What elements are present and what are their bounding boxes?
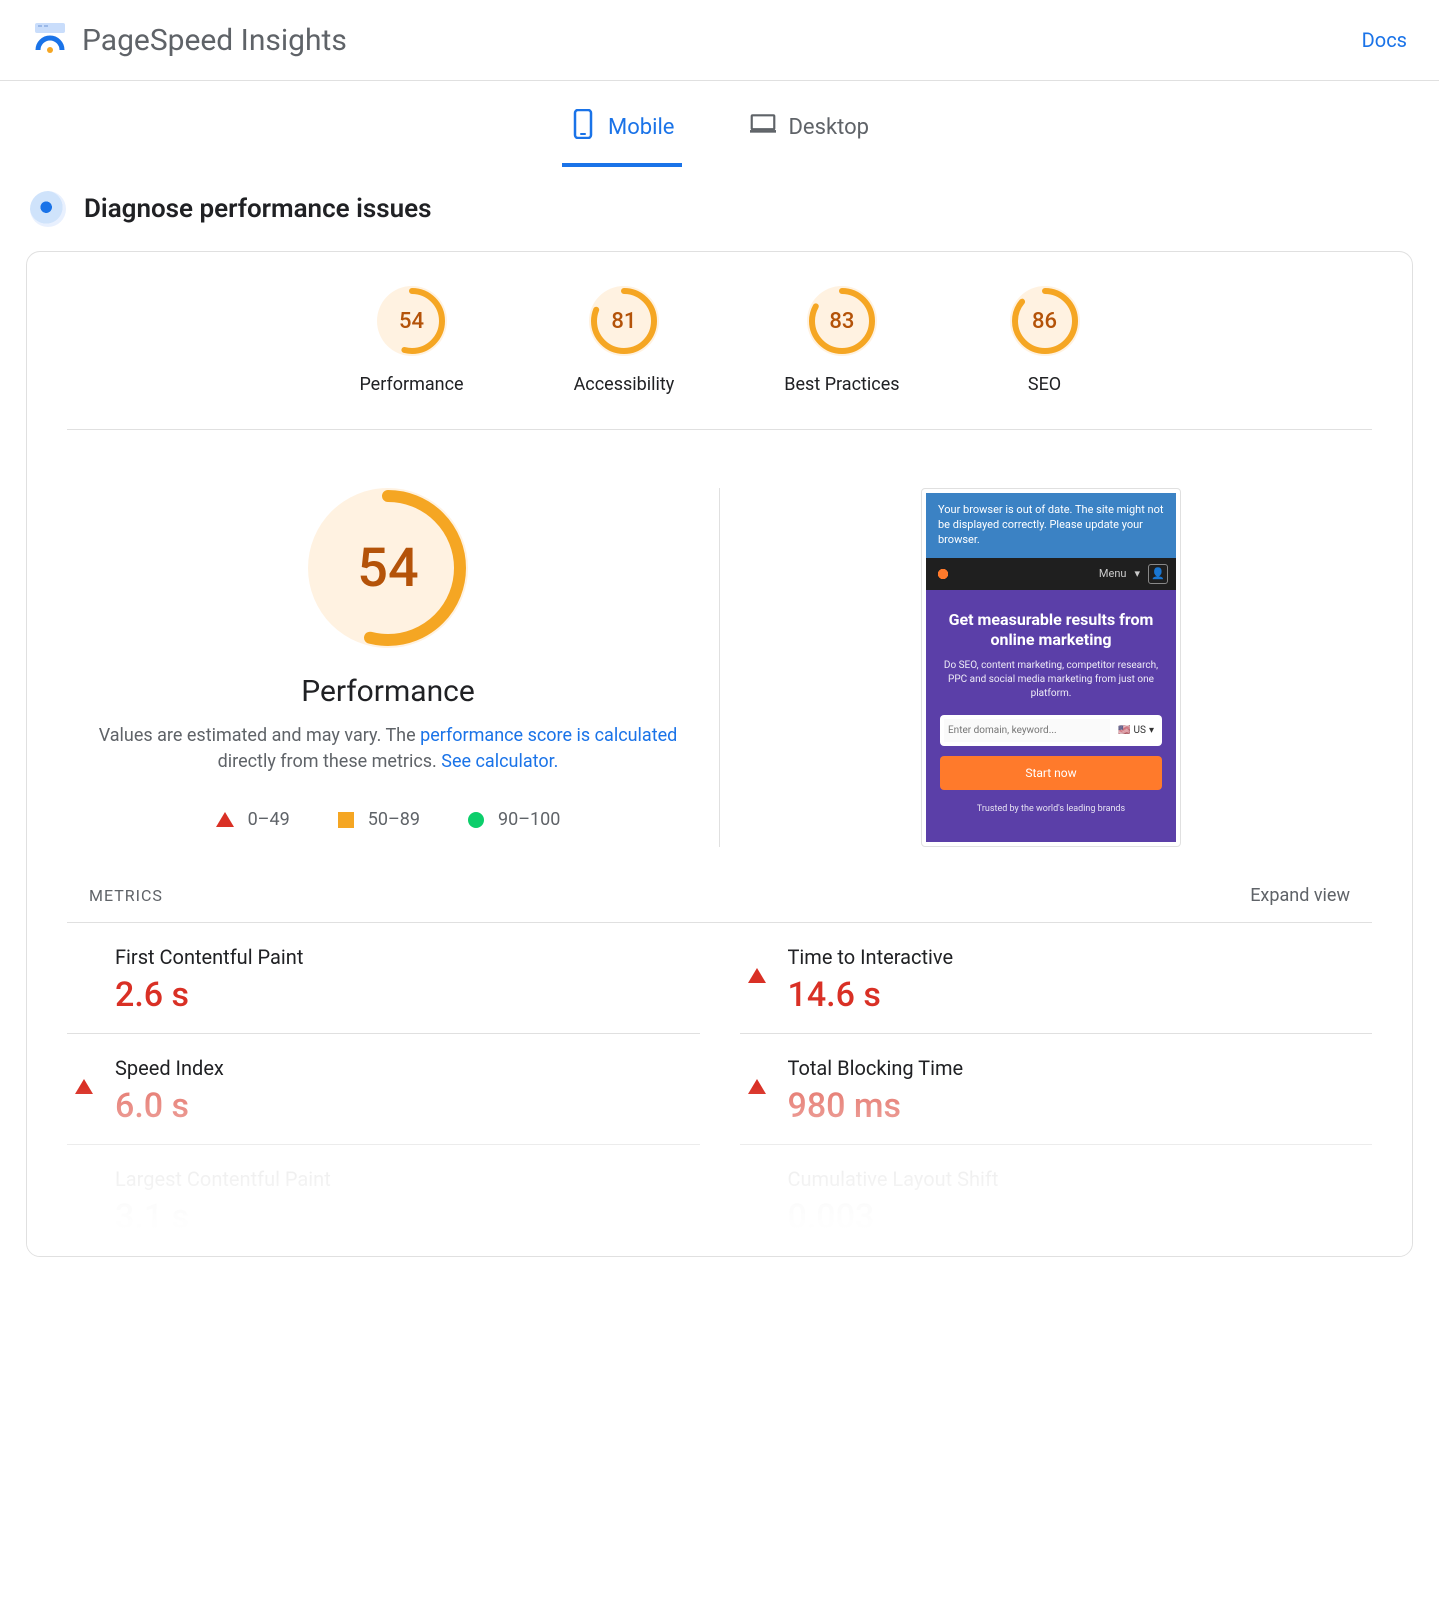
gauge-icon: 83 [807, 286, 877, 356]
metrics-title: METRICS [89, 886, 163, 905]
category-scores: 54 Performance 81 Accessibility 83 Best … [67, 286, 1372, 430]
mobile-icon [570, 109, 596, 145]
metric-value: 2.6 s [115, 975, 303, 1015]
docs-link[interactable]: Docs [1362, 28, 1407, 52]
metric-value: 0.003 [788, 1197, 999, 1237]
score-accessibility[interactable]: 81 Accessibility [574, 286, 675, 395]
metric-name: First Contentful Paint [115, 945, 303, 969]
gauge-icon: 86 [1010, 286, 1080, 356]
screenshot-search: 🇺🇸US▾ [940, 715, 1162, 746]
see-calculator-link[interactable]: See calculator. [441, 751, 558, 772]
pagespeed-logo-icon [32, 20, 68, 60]
metric-name: Cumulative Layout Shift [788, 1167, 999, 1191]
metric-row: Largest Contentful Paint 3.1 s [67, 1145, 700, 1256]
square-orange-icon [338, 812, 354, 828]
screenshot-menubar: Menu▾ 👤 [926, 558, 1176, 590]
outdated-browser-banner: Your browser is out of date. The site mi… [926, 493, 1176, 558]
legend-average: 50–89 [338, 809, 420, 830]
metrics-header: METRICS Expand view [67, 877, 1372, 923]
legend-fail: 0–49 [216, 809, 290, 830]
flag-icon: 🇺🇸 [1118, 725, 1130, 736]
metric-name: Speed Index [115, 1056, 224, 1080]
metric-row: Total Blocking Time 980 ms [740, 1034, 1373, 1145]
metric-value: 14.6 s [788, 975, 954, 1015]
screenshot-search-input [944, 719, 1110, 742]
report-card: 54 Performance 81 Accessibility 83 Best … [26, 251, 1413, 1257]
gauge-value: 86 [1010, 286, 1080, 356]
diagnose-row: Diagnose performance issues [0, 167, 1439, 237]
score-best practices[interactable]: 83 Best Practices [784, 286, 899, 395]
performance-gauge-col: 54 Performance Values are estimated and … [67, 488, 720, 847]
score-performance[interactable]: 54 Performance [359, 286, 463, 395]
brand[interactable]: PageSpeed Insights [32, 20, 347, 60]
metric-row: Cumulative Layout Shift 0.003 [740, 1145, 1373, 1256]
chevron-down-icon: ▾ [1149, 725, 1154, 736]
diagnose-icon [30, 191, 66, 227]
gauge-value: 83 [807, 286, 877, 356]
metric-row: Speed Index 6.0 s [67, 1034, 700, 1145]
flame-logo-icon [934, 565, 952, 583]
metric-row: First Contentful Paint 2.6 s [67, 923, 700, 1034]
triangle-red-icon [748, 949, 766, 983]
performance-gauge-value: 54 [308, 488, 468, 648]
screenshot-hero-subtitle: Do SEO, content marketing, competitor re… [940, 659, 1162, 701]
gauge-value: 54 [377, 286, 447, 356]
gauge-value: 81 [589, 286, 659, 356]
chevron-down-icon: ▾ [1134, 567, 1140, 580]
tab-desktop-label: Desktop [788, 115, 869, 140]
metric-name: Time to Interactive [788, 945, 954, 969]
legend-pass: 90–100 [468, 809, 560, 830]
expand-view-toggle[interactable]: Expand view [1250, 885, 1350, 906]
gauge-label: Accessibility [574, 374, 675, 395]
performance-note: Values are estimated and may vary. The p… [98, 723, 678, 775]
brand-title: PageSpeed Insights [82, 23, 347, 58]
device-tabs: Mobile Desktop [0, 81, 1439, 167]
performance-row: 54 Performance Values are estimated and … [47, 430, 1392, 877]
metric-value: 6.0 s [115, 1086, 224, 1126]
performance-gauge-label: Performance [301, 674, 475, 709]
user-icon: 👤 [1148, 564, 1168, 584]
metric-value: 980 ms [788, 1086, 964, 1126]
circle-green-icon [468, 812, 484, 828]
gauge-icon: 81 [589, 286, 659, 356]
metric-value: 3.1 s [115, 1197, 331, 1237]
gauge-label: Performance [359, 374, 463, 395]
metric-name: Largest Contentful Paint [115, 1167, 331, 1191]
screenshot-col: Your browser is out of date. The site mi… [730, 488, 1372, 847]
top-bar: PageSpeed Insights Docs [0, 0, 1439, 81]
metric-name: Total Blocking Time [788, 1056, 964, 1080]
gauge-label: SEO [1028, 374, 1061, 395]
score-calc-link[interactable]: performance score is calculated [420, 725, 677, 746]
screenshot-hero-title: Get measurable results from online marke… [940, 610, 1162, 652]
metric-row: Time to Interactive 14.6 s [740, 923, 1373, 1034]
screenshot-locale: 🇺🇸US▾ [1114, 719, 1158, 742]
tab-mobile[interactable]: Mobile [562, 99, 682, 167]
page-screenshot: Your browser is out of date. The site mi… [921, 488, 1181, 847]
triangle-red-icon [75, 1060, 93, 1094]
performance-gauge: 54 [308, 488, 468, 648]
triangle-red-icon [216, 812, 234, 827]
screenshot-trust: Trusted by the world's leading brands [940, 804, 1162, 822]
score-seo[interactable]: 86 SEO [1010, 286, 1080, 395]
score-legend: 0–49 50–89 90–100 [216, 809, 561, 830]
desktop-icon [750, 109, 776, 145]
tab-mobile-label: Mobile [608, 115, 674, 140]
gauge-icon: 54 [377, 286, 447, 356]
gauge-label: Best Practices [784, 374, 899, 395]
triangle-red-icon [748, 1060, 766, 1094]
screenshot-cta: Start now [940, 756, 1162, 790]
diagnose-title: Diagnose performance issues [84, 194, 431, 224]
metrics-grid: First Contentful Paint 2.6 s Time to Int… [67, 923, 1372, 1256]
tab-desktop[interactable]: Desktop [742, 99, 877, 167]
